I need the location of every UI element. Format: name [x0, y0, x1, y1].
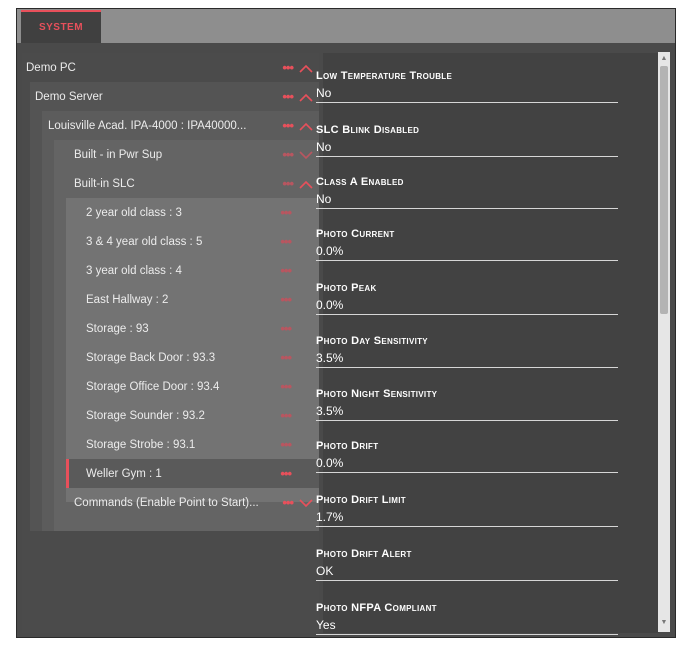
more-dots-icon[interactable]: •••: [280, 234, 292, 249]
chevron-up-icon[interactable]: [299, 92, 313, 102]
tree-item-device[interactable]: Storage : 93 •••: [66, 314, 319, 343]
tree-item-label: Storage Sounder : 93.2: [86, 409, 205, 422]
tab-system[interactable]: SYSTEM: [21, 10, 101, 43]
tree-item-built-in-pwr-sup[interactable]: Built - in Pwr Sup •••: [54, 140, 319, 169]
property-value[interactable]: 3.5%: [316, 404, 618, 421]
property-value[interactable]: 1.7%: [316, 510, 618, 527]
property-label: Photo Drift: [316, 440, 379, 452]
chevron-up-icon[interactable]: [299, 179, 313, 189]
property-label: Photo Current: [316, 228, 395, 240]
property-label: Photo Peak: [316, 282, 377, 294]
more-dots-icon[interactable]: •••: [280, 205, 292, 220]
tree-item-label: Commands (Enable Point to Start)...: [74, 496, 259, 509]
property-low-temperature-trouble[interactable]: Low Temperature Trouble No: [316, 60, 638, 116]
scroll-down-icon[interactable]: ▼: [660, 618, 668, 628]
tree-item-label: 3 & 4 year old class : 5: [86, 235, 203, 248]
chevron-down-icon[interactable]: [299, 150, 313, 160]
tree-item-device[interactable]: Storage Office Door : 93.4 •••: [66, 372, 319, 401]
property-label: Photo Drift Alert: [316, 548, 412, 560]
tree-item-device[interactable]: Storage Back Door : 93.3 •••: [66, 343, 319, 372]
property-label: Photo NFPA Compliant: [316, 602, 437, 614]
tree-item-demo-pc[interactable]: Demo PC •••: [22, 53, 319, 82]
tree-item-device[interactable]: 3 year old class : 4 •••: [66, 256, 319, 285]
more-dots-icon[interactable]: •••: [280, 263, 292, 278]
more-dots-icon[interactable]: •••: [280, 350, 292, 365]
more-dots-icon[interactable]: •••: [282, 495, 294, 510]
property-label: Low Temperature Trouble: [316, 70, 453, 82]
tree-item-built-in-slc[interactable]: Built-in SLC •••: [54, 169, 319, 198]
property-photo-night-sensitivity[interactable]: Photo Night Sensitivity 3.5%: [316, 378, 638, 434]
property-value[interactable]: No: [316, 140, 618, 157]
chevron-down-icon[interactable]: [299, 498, 313, 508]
tree-item-label: Storage Back Door : 93.3: [86, 351, 216, 364]
tree-item-label: 3 year old class : 4: [86, 264, 182, 277]
tree-item-device[interactable]: East Hallway : 2 •••: [66, 285, 319, 314]
chevron-up-icon[interactable]: [299, 121, 313, 131]
property-photo-nfpa-compliant[interactable]: Photo NFPA Compliant Yes: [316, 592, 638, 648]
property-value[interactable]: 0.0%: [316, 456, 618, 473]
property-value[interactable]: 0.0%: [316, 244, 618, 261]
property-label: Class A Enabled: [316, 176, 404, 188]
tree-item-label: Louisville Acad. IPA-4000 : IPA40000...: [48, 119, 247, 132]
tree-item-label: Demo PC: [26, 61, 76, 74]
more-dots-icon[interactable]: •••: [282, 176, 294, 191]
more-dots-icon[interactable]: •••: [280, 437, 292, 452]
property-photo-drift[interactable]: Photo Drift 0.0%: [316, 430, 638, 486]
tree-item-commands[interactable]: Commands (Enable Point to Start)... •••: [54, 488, 319, 517]
tree-item-demo-server[interactable]: Demo Server •••: [30, 82, 319, 111]
tree-item-device[interactable]: Storage Strobe : 93.1 •••: [66, 430, 319, 459]
device-tree: Demo PC ••• Demo Server ••• Louisville A…: [22, 53, 319, 633]
more-dots-icon[interactable]: •••: [282, 89, 294, 104]
tree-item-device[interactable]: 2 year old class : 3 •••: [66, 198, 319, 227]
tree-item-label: Built-in SLC: [74, 177, 135, 190]
tree-item-label: Storage Strobe : 93.1: [86, 438, 196, 451]
more-dots-icon[interactable]: •••: [280, 408, 292, 423]
more-dots-icon[interactable]: •••: [280, 292, 292, 307]
tree-item-label: 2 year old class : 3: [86, 206, 182, 219]
more-dots-icon[interactable]: •••: [280, 321, 292, 336]
property-photo-day-sensitivity[interactable]: Photo Day Sensitivity 3.5%: [316, 325, 638, 381]
tree-item-label: Storage Office Door : 93.4: [86, 380, 220, 393]
property-photo-peak[interactable]: Photo Peak 0.0%: [316, 272, 638, 328]
property-value[interactable]: No: [316, 86, 618, 103]
property-label: SLC Blink Disabled: [316, 124, 420, 136]
more-dots-icon[interactable]: •••: [282, 147, 294, 162]
property-value[interactable]: No: [316, 192, 618, 209]
tree-item-device[interactable]: Storage Sounder : 93.2 •••: [66, 401, 319, 430]
property-photo-drift-limit[interactable]: Photo Drift Limit 1.7%: [316, 484, 638, 540]
chevron-up-icon[interactable]: [299, 63, 313, 73]
property-photo-drift-alert[interactable]: Photo Drift Alert OK: [316, 538, 638, 594]
property-label: Photo Drift Limit: [316, 494, 406, 506]
scrollbar-thumb[interactable]: [660, 66, 668, 314]
tab-bar: SYSTEM: [17, 9, 675, 43]
tree-item-label: Demo Server: [35, 90, 103, 103]
tree-item-device-selected[interactable]: Weller Gym : 1 •••: [66, 459, 319, 488]
property-value[interactable]: Yes: [316, 618, 618, 635]
property-value[interactable]: OK: [316, 564, 618, 581]
scroll-up-icon[interactable]: ▲: [660, 54, 668, 64]
more-dots-icon[interactable]: •••: [280, 466, 292, 481]
property-class-a-enabled[interactable]: Class A Enabled No: [316, 166, 638, 222]
tree-item-device[interactable]: 3 & 4 year old class : 5 •••: [66, 227, 319, 256]
tree-item-label: Weller Gym : 1: [86, 467, 162, 480]
property-label: Photo Day Sensitivity: [316, 335, 428, 347]
tree-item-label: East Hallway : 2: [86, 293, 169, 306]
more-dots-icon[interactable]: •••: [282, 60, 294, 75]
properties-scrollbar[interactable]: ▲ ▼: [658, 52, 670, 632]
property-value[interactable]: 0.0%: [316, 298, 618, 315]
tree-item-louisville-acad[interactable]: Louisville Acad. IPA-4000 : IPA40000... …: [42, 111, 319, 140]
property-slc-blink-disabled[interactable]: SLC Blink Disabled No: [316, 114, 638, 170]
property-value[interactable]: 3.5%: [316, 351, 618, 368]
property-photo-current[interactable]: Photo Current 0.0%: [316, 218, 638, 274]
more-dots-icon[interactable]: •••: [282, 118, 294, 133]
tree-item-label: Storage : 93: [86, 322, 149, 335]
tree-item-label: Built - in Pwr Sup: [74, 148, 163, 161]
more-dots-icon[interactable]: •••: [280, 379, 292, 394]
property-label: Photo Night Sensitivity: [316, 388, 438, 400]
